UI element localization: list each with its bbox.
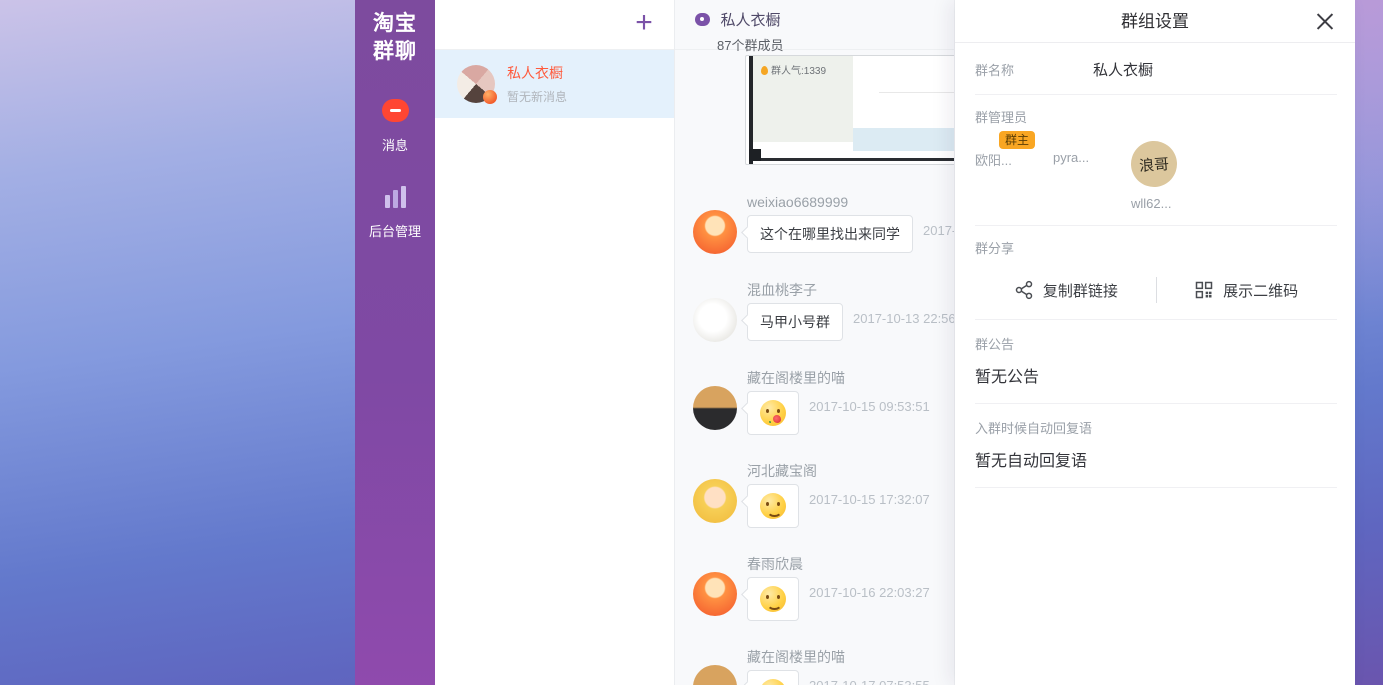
- user-avatar[interactable]: [693, 298, 737, 342]
- admin-member[interactable]: pyra...: [1053, 141, 1105, 211]
- message-bubble: [747, 577, 799, 621]
- group-owner-badge: 群主: [999, 131, 1035, 149]
- screenshot-caption: 群人气:1339: [771, 66, 826, 77]
- sidebar-item-messages[interactable]: 消息: [355, 99, 435, 154]
- user-avatar[interactable]: [693, 479, 737, 523]
- chat-message: 混血桃李子 马甲小号群 2017-10-13 22:56:5: [693, 280, 954, 342]
- announcement-label: 群公告: [975, 334, 1337, 353]
- message-sender: 河北藏宝阁: [747, 461, 930, 481]
- share-nodes-icon: [1014, 280, 1034, 300]
- chat-list-item-name: 私人衣橱: [507, 63, 567, 83]
- close-icon[interactable]: [1311, 7, 1339, 35]
- sidebar-item-admin[interactable]: 后台管理: [355, 186, 435, 240]
- chat-panel: 私人衣橱 87个群成员 群人气:1339 weixiao6689999: [675, 0, 955, 685]
- image-message[interactable]: 群人气:1339: [745, 55, 955, 165]
- show-qr-button[interactable]: 展示二维码: [1194, 280, 1298, 301]
- admin-name: pyra...: [1053, 150, 1105, 165]
- announcement-value: 暂无公告: [975, 363, 1337, 387]
- settings-title: 群组设置: [955, 0, 1355, 43]
- admin-avatar: 浪哥: [1129, 139, 1178, 188]
- add-group-button[interactable]: +: [626, 1, 662, 45]
- chat-list-item-preview: 暂无新消息: [507, 88, 567, 105]
- app-logo: 淘宝群聊: [367, 10, 423, 67]
- chat-message: 藏在阁楼里的喵 2017-10-15 09:53:51: [693, 368, 954, 435]
- message-timestamp: 2017-1: [923, 223, 955, 238]
- chat-message: 藏在阁楼里的喵 2017-10-17 07:53:55: [693, 647, 954, 685]
- vertical-divider: [1156, 277, 1157, 303]
- message-list: 群人气:1339 weixiao6689999 这个在哪里找出来同学 2017-…: [675, 50, 954, 685]
- flame-icon: [761, 66, 768, 75]
- message-bubble: [747, 391, 799, 435]
- user-avatar[interactable]: [693, 386, 737, 430]
- qr-code-icon: [1194, 280, 1214, 300]
- auto-reply-value: 暂无自动回复语: [975, 447, 1337, 471]
- group-share-section: 群分享 复制群链接: [975, 226, 1337, 320]
- message-bubble: [747, 670, 799, 685]
- group-settings-panel: 群组设置 群名称 私人衣橱 群管理员 群主 欧阳... pyra... 浪哥: [955, 0, 1355, 685]
- emoji-kiss-icon: [760, 679, 786, 685]
- message-timestamp: 2017-10-17 07:53:55: [809, 678, 930, 685]
- desktop-background: 淘宝群聊 消息 后台管理 + 私人衣橱 暂无新消息 私人衣橱: [0, 0, 1383, 685]
- group-name-label: 群名称: [975, 60, 1093, 79]
- emoji-rose-icon: [760, 400, 786, 426]
- chat-message: 河北藏宝阁 2017-10-15 17:32:07: [693, 461, 954, 528]
- message-timestamp: 2017-10-13 22:56:5: [853, 311, 955, 326]
- message-sender: 藏在阁楼里的喵: [747, 368, 930, 388]
- message-sender: 春雨欣晨: [747, 554, 930, 574]
- message-sender: weixiao6689999: [747, 192, 954, 212]
- message-timestamp: 2017-10-15 17:32:07: [809, 492, 930, 507]
- group-share-label: 群分享: [975, 238, 1337, 257]
- emoji-smile-icon: [760, 586, 786, 612]
- app-sidebar: 淘宝群聊 消息 后台管理: [355, 0, 435, 685]
- message-sender: 藏在阁楼里的喵: [747, 647, 930, 667]
- admin-name: 欧阳...: [975, 150, 1027, 169]
- auto-reply-label: 入群时候自动回复语: [975, 418, 1337, 437]
- user-avatar[interactable]: [693, 665, 737, 685]
- group-name-value: 私人衣橱: [1093, 59, 1153, 80]
- message-bubble: [747, 484, 799, 528]
- group-announcement-section: 群公告 暂无公告: [975, 320, 1337, 404]
- message-timestamp: 2017-10-15 09:53:51: [809, 399, 930, 414]
- admin-member[interactable]: 群主 欧阳...: [975, 141, 1027, 211]
- group-admins-section: 群管理员 群主 欧阳... pyra... 浪哥 wll62...: [975, 95, 1337, 226]
- message-bubble: 这个在哪里找出来同学: [747, 215, 913, 253]
- admin-name: wll62...: [1131, 196, 1183, 211]
- message-sender: 混血桃李子: [747, 280, 954, 300]
- group-avatar: [457, 65, 495, 103]
- chat-title: 私人衣橱: [720, 12, 780, 29]
- speech-bubble-icon: [695, 13, 710, 26]
- admin-member[interactable]: 浪哥 wll62...: [1131, 141, 1183, 211]
- copy-group-link-button[interactable]: 复制群链接: [1014, 280, 1118, 301]
- auto-reply-section: 入群时候自动回复语 暂无自动回复语: [975, 404, 1337, 488]
- group-admins-label: 群管理员: [975, 107, 1337, 126]
- chat-message: weixiao6689999 这个在哪里找出来同学 2017-1: [693, 192, 954, 254]
- emoji-badge-icon: [483, 90, 497, 104]
- chat-list-item[interactable]: 私人衣橱 暂无新消息: [435, 50, 674, 118]
- member-count: 87个群成员: [717, 35, 954, 54]
- chat-message: 春雨欣晨 2017-10-16 22:03:27: [693, 554, 954, 621]
- sidebar-item-label: 消息: [355, 135, 435, 154]
- chat-header: 私人衣橱 87个群成员: [675, 0, 954, 50]
- bar-chart-icon: [385, 186, 406, 208]
- chat-list-header: +: [435, 0, 674, 50]
- group-name-row: 群名称 私人衣橱: [975, 43, 1337, 95]
- message-timestamp: 2017-10-16 22:03:27: [809, 585, 930, 600]
- user-avatar[interactable]: [693, 210, 737, 254]
- message-bubble-icon: [382, 99, 409, 122]
- sidebar-item-label: 后台管理: [355, 221, 435, 240]
- settings-header: 群组设置: [955, 0, 1355, 43]
- chat-list-panel: + 私人衣橱 暂无新消息: [435, 0, 675, 685]
- emoji-smile-icon: [760, 493, 786, 519]
- message-bubble: 马甲小号群: [747, 303, 843, 341]
- user-avatar[interactable]: [693, 572, 737, 616]
